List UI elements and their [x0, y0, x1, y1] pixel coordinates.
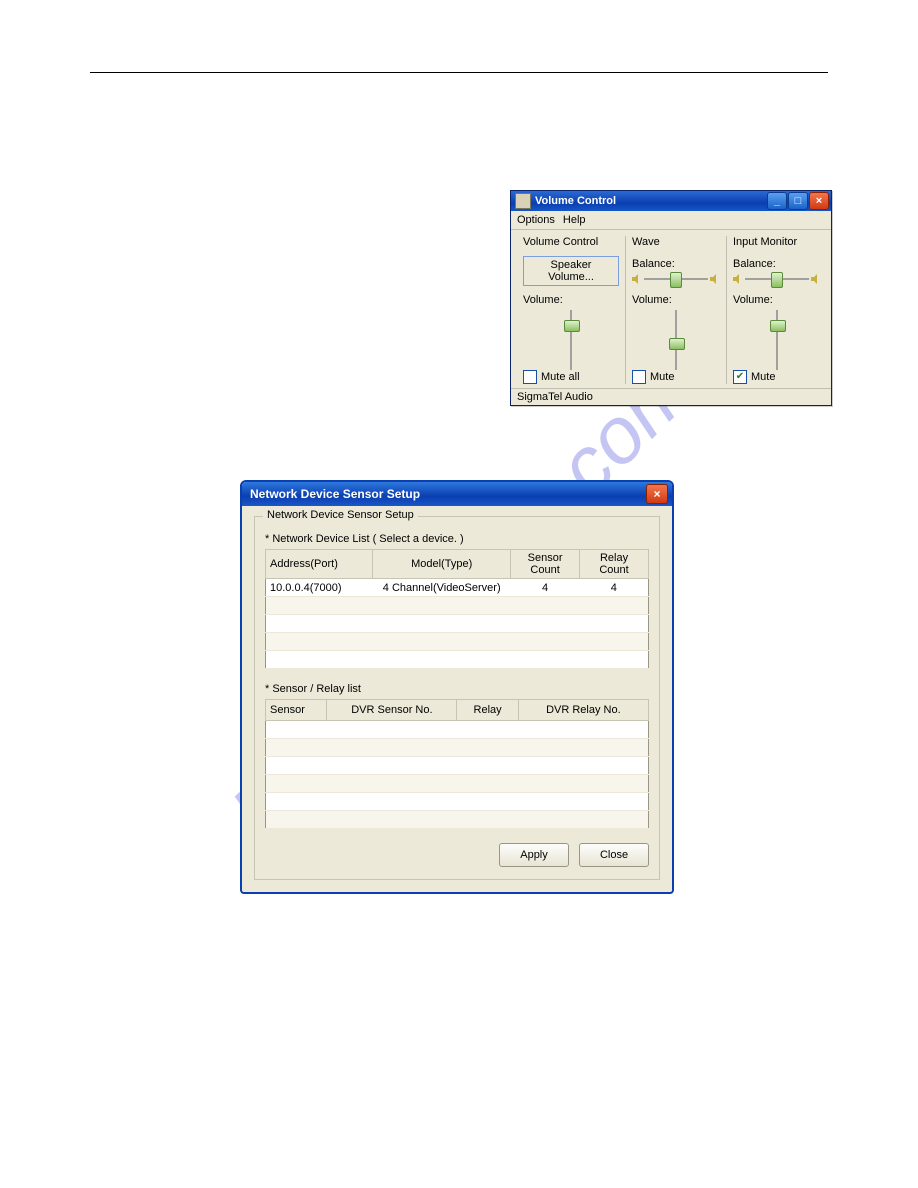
close-button[interactable]: ×	[809, 192, 829, 210]
table-row[interactable]	[266, 615, 649, 633]
master-column: Volume Control Speaker Volume... Volume:…	[517, 236, 626, 384]
col-sensor-count[interactable]: Sensor Count	[511, 550, 580, 579]
col-relay-count[interactable]: Relay Count	[580, 550, 649, 579]
close-button[interactable]: Close	[579, 843, 649, 867]
col-dvr-sensor[interactable]: DVR Sensor No.	[327, 700, 457, 721]
group-title: Network Device Sensor Setup	[263, 509, 418, 521]
mute-all-checkbox[interactable]	[523, 370, 537, 384]
dialog-body: Network Device Sensor Setup * Network De…	[242, 506, 672, 892]
table-row[interactable]	[266, 739, 649, 757]
apply-button[interactable]: Apply	[499, 843, 569, 867]
master-volume-slider[interactable]	[556, 310, 586, 370]
wave-volume-label: Volume:	[632, 294, 720, 306]
col-dvr-relay[interactable]: DVR Relay No.	[518, 700, 648, 721]
cell-model: 4 Channel(VideoServer)	[373, 579, 511, 597]
input-volume-slider[interactable]	[762, 310, 792, 370]
wave-mute-checkbox[interactable]	[632, 370, 646, 384]
col-model[interactable]: Model(Type)	[373, 550, 511, 579]
table-row[interactable]	[266, 757, 649, 775]
table-row[interactable]: 10.0.0.4(7000) 4 Channel(VideoServer) 4 …	[266, 579, 649, 597]
volume-body: Volume Control Speaker Volume... Volume:…	[511, 230, 831, 388]
sensor-setup-titlebar[interactable]: Network Device Sensor Setup ×	[242, 482, 672, 506]
input-column: Input Monitor Balance: Volume: ✔ Mute	[727, 236, 827, 384]
mute-all-label: Mute all	[541, 371, 580, 383]
wave-volume-slider[interactable]	[661, 310, 691, 370]
volume-control-window: Volume Control _ □ × Options Help Volume…	[510, 190, 832, 406]
input-title: Input Monitor	[733, 236, 821, 248]
wave-balance-label: Balance:	[632, 258, 720, 270]
input-mute-row: ✔ Mute	[733, 370, 821, 384]
table-row[interactable]	[266, 597, 649, 615]
speaker-left-icon	[733, 274, 743, 284]
input-volume-label: Volume:	[733, 294, 821, 306]
table-row[interactable]	[266, 633, 649, 651]
volume-control-titlebar[interactable]: Volume Control _ □ ×	[511, 191, 831, 211]
status-bar: SigmaTel Audio	[511, 388, 831, 405]
speaker-volume-button[interactable]: Speaker Volume...	[523, 256, 619, 286]
master-volume-label: Volume:	[523, 294, 619, 306]
col-sensor[interactable]: Sensor	[266, 700, 327, 721]
table-row[interactable]	[266, 811, 649, 829]
speaker-left-icon	[632, 274, 642, 284]
cell-relay-count: 4	[580, 579, 649, 597]
maximize-button[interactable]: □	[788, 192, 808, 210]
wave-column: Wave Balance: Volume: Mute	[626, 236, 727, 384]
menu-help[interactable]: Help	[563, 214, 586, 226]
sensor-setup-window: Network Device Sensor Setup × Network De…	[240, 480, 674, 894]
sensor-setup-group: Network Device Sensor Setup * Network De…	[254, 516, 660, 880]
table-row[interactable]	[266, 793, 649, 811]
device-list-table: Address(Port) Model(Type) Sensor Count R…	[265, 549, 649, 669]
sensor-list-label: * Sensor / Relay list	[265, 683, 649, 695]
menubar: Options Help	[511, 211, 831, 230]
window-buttons: _ □ ×	[767, 192, 829, 210]
cell-address: 10.0.0.4(7000)	[266, 579, 373, 597]
app-icon	[515, 193, 531, 209]
input-mute-label: Mute	[751, 371, 775, 383]
button-row: Apply Close	[265, 843, 649, 867]
table-header-row: Sensor DVR Sensor No. Relay DVR Relay No…	[266, 700, 649, 721]
page-divider	[90, 72, 828, 73]
master-mute-row: Mute all	[523, 370, 619, 384]
close-button[interactable]: ×	[646, 484, 668, 504]
dialog-title: Network Device Sensor Setup	[250, 487, 646, 501]
table-header-row: Address(Port) Model(Type) Sensor Count R…	[266, 550, 649, 579]
table-row[interactable]	[266, 775, 649, 793]
wave-mute-row: Mute	[632, 370, 720, 384]
master-title: Volume Control	[523, 236, 619, 248]
sensor-relay-table: Sensor DVR Sensor No. Relay DVR Relay No…	[265, 699, 649, 829]
wave-mute-label: Mute	[650, 371, 674, 383]
cell-sensor-count: 4	[511, 579, 580, 597]
speaker-right-icon	[811, 274, 821, 284]
col-address[interactable]: Address(Port)	[266, 550, 373, 579]
menu-options[interactable]: Options	[517, 214, 555, 226]
window-title: Volume Control	[535, 195, 767, 207]
input-balance-slider[interactable]	[733, 272, 821, 286]
wave-title: Wave	[632, 236, 720, 248]
device-list-label: * Network Device List ( Select a device.…	[265, 533, 649, 545]
speaker-right-icon	[710, 274, 720, 284]
col-relay[interactable]: Relay	[457, 700, 518, 721]
input-balance-label: Balance:	[733, 258, 821, 270]
input-mute-checkbox[interactable]: ✔	[733, 370, 747, 384]
table-row[interactable]	[266, 651, 649, 669]
minimize-button[interactable]: _	[767, 192, 787, 210]
table-row[interactable]	[266, 721, 649, 739]
wave-balance-slider[interactable]	[632, 272, 720, 286]
